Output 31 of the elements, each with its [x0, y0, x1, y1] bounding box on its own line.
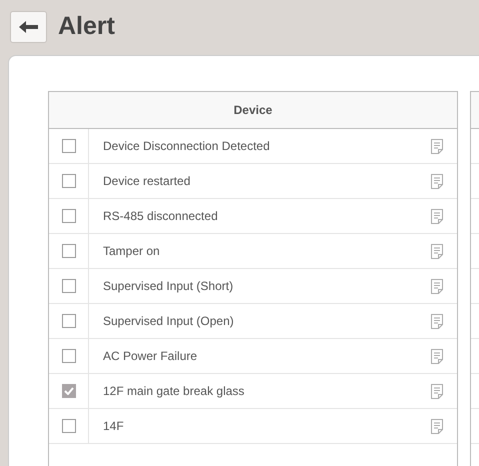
checkbox[interactable] [62, 244, 76, 258]
document-icon[interactable] [431, 418, 443, 434]
checkbox[interactable] [62, 384, 76, 398]
device-name: 14F [102, 419, 125, 433]
page-title: Alert [58, 12, 115, 41]
checkbox[interactable] [62, 209, 76, 223]
document-icon[interactable] [431, 138, 443, 154]
document-icon[interactable] [431, 244, 443, 258]
document-icon[interactable] [431, 174, 443, 188]
back-button[interactable] [10, 10, 47, 42]
device-name: 12F main gate break glass [102, 384, 246, 398]
checkbox[interactable] [62, 419, 76, 433]
back-arrow-icon [18, 20, 38, 32]
checkbox[interactable] [62, 139, 76, 153]
device-name: Supervised Input (Open) [102, 314, 235, 328]
device-name: Device restarted [102, 174, 192, 188]
document-icon[interactable] [431, 348, 443, 364]
document-icon[interactable] [431, 384, 443, 398]
checkbox[interactable] [62, 174, 76, 188]
device-name: Supervised Input (Short) [102, 279, 234, 293]
device-name: AC Power Failure [102, 349, 198, 363]
column-header: Device [234, 103, 272, 117]
document-icon[interactable] [431, 208, 443, 224]
checkbox[interactable] [62, 314, 76, 328]
device-name: Device Disconnection Detected [102, 139, 271, 153]
checkbox[interactable] [62, 279, 76, 293]
device-name: Tamper on [102, 244, 161, 258]
document-icon[interactable] [431, 278, 443, 294]
document-icon[interactable] [431, 314, 443, 328]
device-name: RS-485 disconnected [102, 209, 219, 223]
checkbox[interactable] [62, 349, 76, 363]
